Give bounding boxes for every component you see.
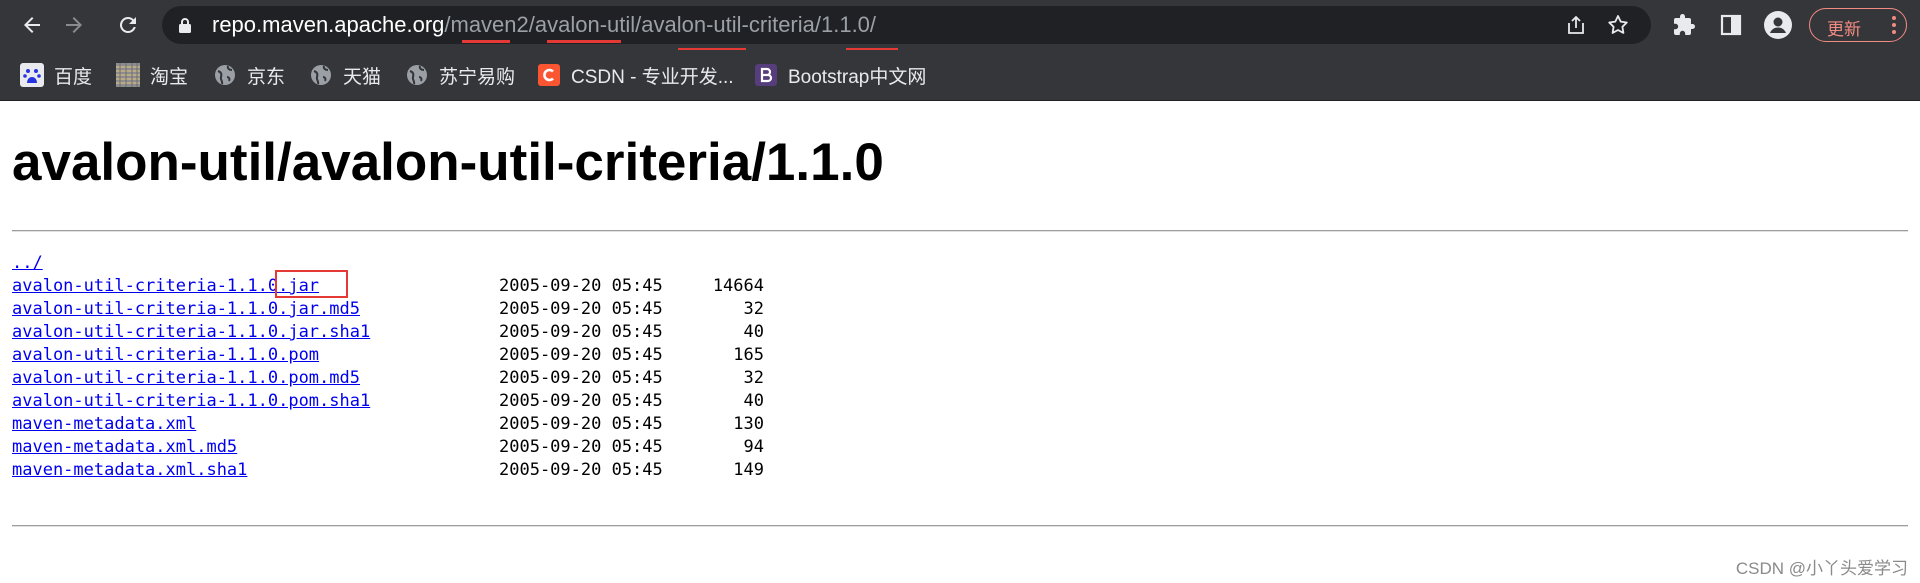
file-link[interactable]: maven-metadata.xml bbox=[12, 413, 196, 436]
file-size: 40 bbox=[743, 322, 764, 342]
profile-button[interactable] bbox=[1761, 8, 1795, 42]
puzzle-icon bbox=[1674, 14, 1695, 35]
taobao-icon bbox=[116, 63, 140, 87]
bookmark-csdn[interactable]: CSDN - 专业开发... bbox=[537, 61, 734, 89]
browser-toolbar: repo.maven.apache.org/maven2/avalon-util… bbox=[0, 0, 1920, 51]
side-panel-icon bbox=[1720, 14, 1742, 36]
globe-icon bbox=[405, 63, 429, 87]
file-link[interactable]: maven-metadata.xml.md5 bbox=[12, 436, 237, 459]
file-date: 2005-09-20 05:45 bbox=[499, 299, 663, 319]
arrow-right-icon bbox=[66, 17, 82, 33]
forward-button[interactable] bbox=[57, 8, 91, 42]
file-size: 40 bbox=[743, 391, 764, 411]
bookmark-jd[interactable]: 京东 bbox=[213, 61, 285, 89]
file-link[interactable]: avalon-util-criteria-1.1.0.pom.sha1 bbox=[12, 390, 370, 413]
side-panel-button[interactable] bbox=[1714, 8, 1748, 42]
watermark: CSDN @小丫头爱学习 bbox=[1735, 559, 1908, 578]
parent-directory-link[interactable]: ../ bbox=[12, 252, 43, 275]
file-size: 149 bbox=[733, 460, 764, 480]
file-date: 2005-09-20 05:45 bbox=[499, 391, 663, 411]
lock-icon bbox=[179, 18, 191, 33]
bookmarks-bar: 百度 淘宝 京东 天猫 苏宁易购 CSDN - 专业开发... Bootstra… bbox=[0, 50, 1920, 101]
address-bar[interactable]: repo.maven.apache.org/maven2/avalon-util… bbox=[162, 6, 1651, 44]
baidu-icon bbox=[20, 63, 44, 87]
file-size: 94 bbox=[743, 437, 764, 457]
url-host: repo.maven.apache.org bbox=[212, 12, 445, 37]
bookmark-label: 苏宁易购 bbox=[439, 66, 516, 88]
update-button[interactable]: 更新 bbox=[1809, 8, 1907, 42]
bookmark-label: 百度 bbox=[54, 66, 93, 88]
highlight-box bbox=[275, 270, 348, 298]
avatar-icon bbox=[1764, 11, 1792, 39]
file-size: 165 bbox=[733, 345, 764, 365]
reload-icon bbox=[119, 16, 136, 33]
file-link[interactable]: avalon-util-criteria-1.1.0.jar.sha1 bbox=[12, 321, 370, 344]
extensions-button[interactable] bbox=[1667, 8, 1701, 42]
file-link[interactable]: avalon-util-criteria-1.1.0.pom bbox=[12, 344, 319, 367]
bookmark-label: CSDN - 专业开发... bbox=[571, 66, 734, 88]
bookmark-label: 淘宝 bbox=[150, 66, 189, 88]
divider bbox=[12, 230, 1908, 232]
back-button[interactable] bbox=[15, 8, 49, 42]
file-date: 2005-09-20 05:45 bbox=[499, 437, 663, 457]
file-link[interactable]: avalon-util-criteria-1.1.0.pom.md5 bbox=[12, 367, 360, 390]
reload-button[interactable] bbox=[111, 8, 145, 42]
bookmark-taobao[interactable]: 淘宝 bbox=[116, 61, 188, 89]
bookmark-label: 天猫 bbox=[343, 66, 382, 88]
csdn-icon bbox=[537, 63, 561, 87]
bookmark-baidu[interactable]: 百度 bbox=[20, 61, 92, 89]
more-vert-icon bbox=[1892, 16, 1896, 34]
divider bbox=[12, 525, 1908, 527]
share-icon[interactable] bbox=[1564, 13, 1588, 37]
file-size: 32 bbox=[743, 299, 764, 319]
file-size: 14664 bbox=[712, 276, 764, 296]
bookmark-label: Bootstrap中文网 bbox=[788, 66, 927, 88]
url-underline-marker bbox=[547, 40, 621, 43]
file-link[interactable]: maven-metadata.xml.sha1 bbox=[12, 459, 247, 482]
url-underline-marker bbox=[462, 40, 510, 43]
bookmark-bootstrap[interactable]: Bootstrap中文网 bbox=[754, 61, 926, 89]
file-link[interactable]: avalon-util-criteria-1.1.0.jar bbox=[12, 275, 319, 298]
bootstrap-icon bbox=[754, 63, 778, 87]
globe-icon bbox=[213, 63, 237, 87]
url-path: /maven2/avalon-util/avalon-util-criteria… bbox=[444, 12, 877, 37]
arrow-left-icon bbox=[24, 17, 40, 33]
file-date: 2005-09-20 05:45 bbox=[499, 345, 663, 365]
bookmark-tmall[interactable]: 天猫 bbox=[309, 61, 381, 89]
globe-icon bbox=[309, 63, 333, 87]
file-date: 2005-09-20 05:45 bbox=[499, 460, 663, 480]
bookmark-suning[interactable]: 苏宁易购 bbox=[405, 61, 515, 89]
url-text: repo.maven.apache.org/maven2/avalon-util… bbox=[212, 6, 876, 44]
file-size: 130 bbox=[733, 414, 764, 434]
file-date: 2005-09-20 05:45 bbox=[499, 368, 663, 388]
star-icon[interactable] bbox=[1606, 13, 1630, 37]
file-link[interactable]: avalon-util-criteria-1.1.0.jar.md5 bbox=[12, 298, 360, 321]
bookmark-label: 京东 bbox=[247, 66, 286, 88]
page-title: avalon-util/avalon-util-criteria/1.1.0 bbox=[12, 133, 884, 192]
file-date: 2005-09-20 05:45 bbox=[499, 276, 663, 296]
file-date: 2005-09-20 05:45 bbox=[499, 322, 663, 342]
update-label: 更新 bbox=[1827, 20, 1861, 39]
file-date: 2005-09-20 05:45 bbox=[499, 414, 663, 434]
file-size: 32 bbox=[743, 368, 764, 388]
